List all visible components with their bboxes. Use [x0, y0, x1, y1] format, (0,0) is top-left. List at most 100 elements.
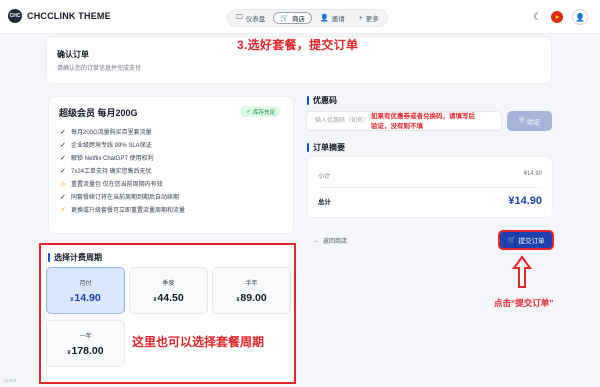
version-label: v1.0.0 — [4, 378, 17, 383]
currency-symbol: ¥ — [67, 349, 71, 356]
period-option-quarterly[interactable]: 季度 ¥44.50 — [129, 267, 208, 314]
period-price: ¥89.00 — [236, 292, 266, 304]
period-price: ¥44.50 — [153, 292, 183, 304]
coupon-section-title: 优惠码 — [307, 95, 337, 106]
price-value: 14.90 — [74, 291, 101, 304]
period-name: 月付 — [79, 280, 92, 287]
section-marker — [307, 96, 309, 105]
plan-title: 超级会员 每月200G — [59, 108, 138, 118]
feature-item: ⚡ 更换或升级套餐可立即重置流量周期和流量 — [59, 203, 185, 216]
page-title: 确认订单 — [57, 50, 89, 59]
moon-icon[interactable]: ☾ — [533, 12, 542, 23]
back-label: 返回商店 — [323, 239, 348, 245]
annotation-period: 这里也可以选择套餐周期 — [132, 335, 265, 349]
nav-item-shop[interactable]: 🛒 商店 — [273, 12, 312, 24]
feature-item: ✓ 每月200G流量购买百里套流量 — [59, 125, 185, 138]
check-icon: ✓ — [60, 141, 66, 149]
top-bar: CHC CHCCLINK THEME 🖵 仪表盘 🛒 商店 👤 邀请 + 更多 … — [0, 0, 600, 34]
monitor-icon: 🖵 — [236, 14, 243, 21]
price-value: 178.00 — [71, 344, 104, 357]
subtotal-value: ¥14.90 — [523, 171, 542, 177]
summary-title-label: 订单摘要 — [313, 143, 345, 152]
feature-text: 同套餐续订将在当前周期到期后自动续期 — [71, 195, 180, 201]
nav-item-dashboard[interactable]: 🖵 仪表盘 — [230, 12, 271, 24]
coupon-title-label: 优惠码 — [313, 96, 337, 105]
stock-label: 库存充足 — [252, 109, 275, 116]
period-name: 半年 — [245, 280, 258, 287]
divider — [318, 187, 542, 188]
check-icon: ✓ — [60, 167, 66, 175]
arrow-left-icon: ← — [314, 237, 320, 244]
period-options: 月付 ¥14.90 季度 ¥44.50 半年 ¥89.00 一年 ¥178.00 — [46, 267, 291, 367]
annotation-step: 3.选好套餐，提交订单 — [237, 38, 359, 52]
feature-list: ✓ 每月200G流量购买百里套流量 ✓ 企业级跨境专线 99% SLA保证 ✓ 解锁 … — [59, 125, 185, 216]
period-section-title: 选择计费周期 — [48, 252, 102, 263]
check-icon: ✓ — [60, 193, 66, 201]
app-title: CHCCLINK THEME — [27, 11, 111, 21]
nav-item-invite[interactable]: 👤 邀请 — [314, 12, 351, 24]
price-value: 89.00 — [240, 291, 267, 304]
period-option-halfyear[interactable]: 半年 ¥89.00 — [212, 267, 291, 314]
feature-item: ✓ 企业级跨境专线 99% SLA保证 — [59, 138, 185, 151]
logo-icon: CHC — [8, 9, 22, 23]
china-flag-icon[interactable]: ★ — [551, 11, 563, 23]
nav-item-label: 商店 — [291, 16, 305, 23]
bolt-icon: ⚡ — [60, 206, 66, 214]
cart-icon: 🛒 — [507, 237, 516, 244]
feature-item: ⚠ 重置流量包 仅在您当前周期内有效 — [59, 177, 185, 190]
summary-section-title: 订单摘要 — [307, 142, 345, 153]
logo[interactable]: CHC CHCCLINK THEME — [8, 9, 111, 23]
price-value: 44.50 — [157, 291, 184, 304]
plus-icon: + — [358, 14, 363, 22]
nav-item-label: 仪表盘 — [245, 16, 266, 23]
section-marker — [48, 253, 50, 262]
annotation-arrow-up-icon — [512, 255, 532, 288]
feature-item: ✓ 7x24工单支持 确实您售后无忧 — [59, 164, 185, 177]
shop-icon: 🛒 — [280, 15, 289, 22]
total-label: 总计 — [318, 199, 331, 206]
total-value: ¥14.90 — [508, 195, 542, 207]
currency-symbol: ¥ — [236, 296, 240, 303]
verify-label: 验证 — [526, 119, 540, 126]
period-name: 季度 — [162, 280, 175, 287]
period-name: 一年 — [79, 333, 92, 340]
currency-symbol: ¥ — [70, 296, 74, 303]
check-icon: ✓ — [60, 154, 66, 162]
check-circle-icon: ✓ — [246, 108, 251, 115]
plan-card: 超级会员 每月200G ✓ 库存充足 ✓ 每月200G流量购买百里套流量 ✓ 企业级… — [48, 96, 294, 234]
check-icon: ✓ — [60, 128, 66, 136]
feature-item: ✓ 同套餐续订将在当前周期到期后自动续期 — [59, 190, 185, 203]
period-title-label: 选择计费周期 — [54, 253, 102, 262]
main-nav: 🖵 仪表盘 🛒 商店 👤 邀请 + 更多 — [227, 9, 388, 27]
annotation-submit: 点击“提交订单” — [494, 298, 554, 308]
currency-symbol: ¥ — [153, 296, 157, 303]
nav-item-label: 邀请 — [331, 16, 345, 23]
period-option-monthly[interactable]: 月付 ¥14.90 — [46, 267, 125, 314]
feature-text: 解锁 Netflix ChatGPT 使用权利 — [71, 156, 154, 162]
page-subtitle: 请确认您的订单信息并完成支付 — [57, 66, 142, 72]
annotation-coupon: 如果有优惠券或者兑换码，请填写后验证，没有则不填 — [371, 113, 475, 130]
back-to-shop-link[interactable]: ← 返回商店 — [314, 236, 348, 246]
nav-item-more[interactable]: + 更多 — [353, 12, 385, 24]
subtotal-row: 小计 ¥14.90 — [318, 171, 542, 180]
submit-label: 提交订单 — [518, 238, 545, 245]
feature-text: 7x24工单支持 确实您售后无忧 — [71, 169, 152, 175]
stock-badge: ✓ 库存充足 — [240, 106, 281, 117]
verify-button[interactable]: ⛨ 验证 — [507, 111, 552, 131]
billing-period-section: 选择计费周期 月付 ¥14.90 季度 ¥44.50 半年 ¥89.00 一年 … — [39, 243, 296, 384]
shield-icon: ⛨ — [519, 117, 524, 124]
period-option-yearly[interactable]: 一年 ¥178.00 — [46, 320, 125, 367]
feature-text: 企业级跨境专线 99% SLA保证 — [71, 143, 152, 149]
submit-order-button[interactable]: 🛒 提交订单 — [500, 232, 552, 248]
top-right-controls: ☾ ★ 👤 — [533, 9, 588, 25]
subtotal-label: 小计 — [318, 174, 331, 180]
feature-text: 每月200G流量购买百里套流量 — [71, 130, 152, 136]
section-marker — [307, 143, 309, 152]
user-avatar-icon[interactable]: 👤 — [572, 9, 588, 25]
feature-item: ✓ 解锁 Netflix ChatGPT 使用权利 — [59, 151, 185, 164]
period-price: ¥14.90 — [70, 292, 100, 304]
order-summary-card: 小计 ¥14.90 总计 ¥14.90 — [307, 156, 553, 218]
nav-item-label: 更多 — [365, 16, 379, 23]
warning-icon: ⚠ — [59, 180, 67, 188]
invite-icon: 👤 — [319, 15, 329, 22]
